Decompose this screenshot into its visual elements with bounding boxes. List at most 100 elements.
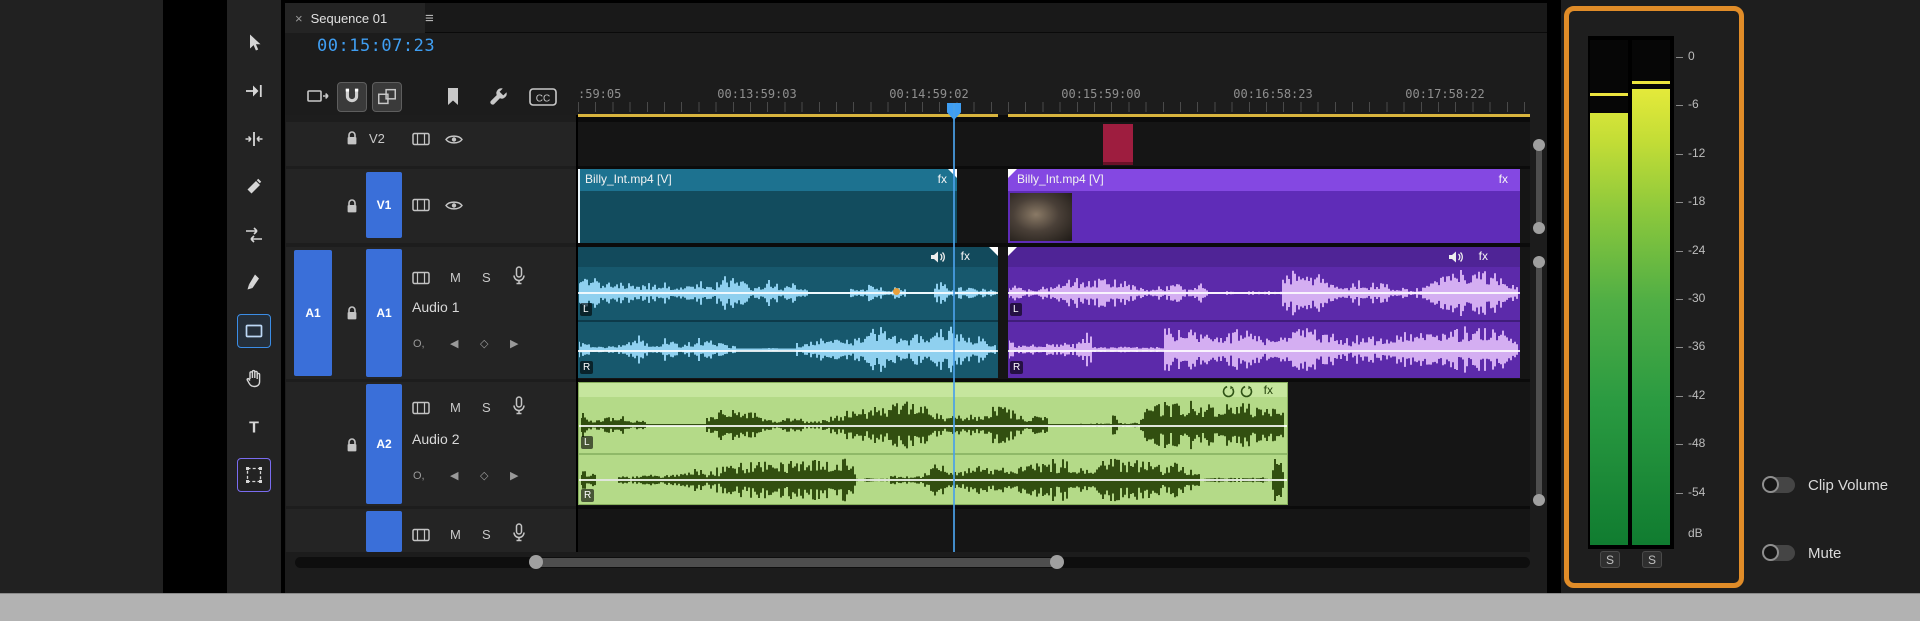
track-a1-box[interactable]: A1 xyxy=(366,249,402,377)
volume-rubber-band[interactable] xyxy=(578,292,998,294)
slip-tool[interactable] xyxy=(237,218,271,252)
clip-volume-toggle[interactable] xyxy=(1762,476,1795,493)
clip-left-edge[interactable] xyxy=(578,169,580,243)
eye-icon[interactable] xyxy=(445,199,463,212)
panel-menu-icon[interactable]: ≡ xyxy=(425,10,434,27)
voiceover-mic-icon[interactable] xyxy=(512,396,526,416)
source-patch-a1[interactable]: A1 xyxy=(294,250,332,376)
track-v1-box[interactable]: V1 xyxy=(366,172,402,238)
scrollbar-handle[interactable] xyxy=(1533,256,1545,268)
selection-tool[interactable] xyxy=(237,26,271,60)
captions-icon[interactable]: CC xyxy=(528,82,558,112)
mute-toggle[interactable] xyxy=(1762,544,1795,561)
clip-video-purple[interactable]: Billy_Int.mp4 [V] fx xyxy=(1008,169,1520,243)
clip-audio-teal[interactable]: fx L R xyxy=(578,247,998,378)
time-ruler-ticks[interactable] xyxy=(578,102,1530,112)
mute-button[interactable]: M xyxy=(450,528,461,542)
razor-tool[interactable] xyxy=(237,170,271,204)
vertical-scrollbar-thumb[interactable] xyxy=(1536,145,1542,228)
solo-button[interactable]: S xyxy=(482,271,491,285)
volume-rubber-band[interactable] xyxy=(578,350,998,352)
add-keyframe-icon[interactable]: ◇ xyxy=(480,470,488,482)
keyframe-display-icon[interactable]: O, xyxy=(413,338,425,350)
prev-keyframe-icon[interactable]: ◀ xyxy=(450,470,458,482)
fx-badge[interactable]: fx xyxy=(961,250,970,263)
scrollbar-handle[interactable] xyxy=(529,555,543,569)
volume-keyframe-dot[interactable] xyxy=(893,288,900,295)
sync-lock-icon[interactable] xyxy=(412,528,430,542)
nest-sequences-icon[interactable] xyxy=(303,82,333,112)
fx-badge[interactable]: fx xyxy=(1479,250,1488,263)
volume-rubber-band[interactable] xyxy=(579,425,1287,427)
track-a2-box[interactable]: A2 xyxy=(366,384,402,504)
vertical-scrollbar-thumb[interactable] xyxy=(1536,262,1542,500)
timeline-settings-icon[interactable] xyxy=(483,82,513,112)
snap-icon[interactable] xyxy=(337,82,367,112)
volume-rubber-band[interactable] xyxy=(1008,350,1520,352)
fx-badge[interactable]: fx xyxy=(1264,384,1273,397)
sync-lock-icon[interactable] xyxy=(412,271,430,285)
track-a2-name[interactable]: Audio 2 xyxy=(412,432,459,447)
tab-title: Sequence 01 xyxy=(310,10,388,26)
track-a3-box[interactable] xyxy=(366,511,402,552)
playhead-line[interactable] xyxy=(953,103,955,552)
clip-v2-red[interactable] xyxy=(1103,124,1133,165)
scrollbar-handle[interactable] xyxy=(1050,555,1064,569)
tab-close-icon[interactable]: × xyxy=(295,11,303,26)
hand-tool[interactable] xyxy=(237,362,271,396)
add-keyframe-icon[interactable]: ◇ xyxy=(480,338,488,350)
lock-icon[interactable] xyxy=(345,198,359,214)
scrollbar-handle[interactable] xyxy=(1533,222,1545,234)
fx-badge[interactable]: fx xyxy=(938,173,947,186)
next-keyframe-icon[interactable]: ▶ xyxy=(510,470,518,482)
clip-video-teal[interactable]: Billy_Int.mp4 [V] fx xyxy=(578,169,957,243)
sync-lock-icon[interactable] xyxy=(412,401,430,415)
remix-icon xyxy=(1222,385,1235,398)
solo-button[interactable]: S xyxy=(482,401,491,415)
voiceover-mic-icon[interactable] xyxy=(512,523,526,543)
linked-selection-icon[interactable] xyxy=(372,82,402,112)
fx-badge[interactable]: fx xyxy=(1499,173,1508,186)
scrollbar-handle[interactable] xyxy=(1533,139,1545,151)
sync-lock-icon[interactable] xyxy=(412,132,430,146)
prev-keyframe-icon[interactable]: ◀ xyxy=(450,338,458,350)
clip-audio-purple[interactable]: fx L R xyxy=(1008,247,1520,378)
solo-button[interactable]: S xyxy=(482,528,491,542)
trim-in-handle[interactable] xyxy=(1008,247,1017,256)
track-v2-label[interactable]: V2 xyxy=(369,132,385,146)
transform-tool[interactable] xyxy=(237,458,271,492)
audio-speaker-icon xyxy=(1448,251,1464,263)
keyframe-display-icon[interactable]: O, xyxy=(413,470,425,482)
mute-button[interactable]: M xyxy=(450,271,461,285)
mute-button[interactable]: M xyxy=(450,401,461,415)
track-a1-name[interactable]: Audio 1 xyxy=(412,300,459,315)
lock-icon[interactable] xyxy=(345,130,359,146)
volume-rubber-band[interactable] xyxy=(1008,292,1520,294)
trim-in-handle[interactable] xyxy=(1008,169,1017,178)
add-marker-icon[interactable] xyxy=(438,82,468,112)
clip-audio-green[interactable]: fx L R xyxy=(578,382,1288,505)
voiceover-mic-icon[interactable] xyxy=(512,266,526,286)
horizontal-scrollbar-thumb[interactable] xyxy=(536,558,1057,567)
right-panel xyxy=(1747,0,1920,593)
lane-v2[interactable] xyxy=(578,122,1530,166)
eye-icon[interactable] xyxy=(445,133,463,146)
track-select-forward-tool[interactable] xyxy=(237,74,271,108)
lock-icon[interactable] xyxy=(345,305,359,321)
trim-out-handle[interactable] xyxy=(989,247,998,256)
ripple-edit-tool[interactable] xyxy=(237,122,271,156)
sequence-tab[interactable]: × Sequence 01 xyxy=(285,3,425,33)
rectangle-tool[interactable] xyxy=(237,314,271,348)
volume-rubber-band[interactable] xyxy=(579,479,1287,481)
playhead-timecode[interactable]: 00:15:07:23 xyxy=(317,36,435,56)
toggle-knob xyxy=(1762,544,1779,561)
track-header-v1 xyxy=(286,169,576,243)
lock-icon[interactable] xyxy=(345,437,359,453)
toggle-knob xyxy=(1762,476,1779,493)
lane-a3[interactable] xyxy=(578,509,1530,552)
pen-tool[interactable] xyxy=(237,266,271,300)
next-keyframe-icon[interactable]: ▶ xyxy=(510,338,518,350)
type-tool[interactable]: T xyxy=(237,410,271,444)
sync-lock-icon[interactable] xyxy=(412,198,430,212)
scrollbar-handle[interactable] xyxy=(1533,494,1545,506)
